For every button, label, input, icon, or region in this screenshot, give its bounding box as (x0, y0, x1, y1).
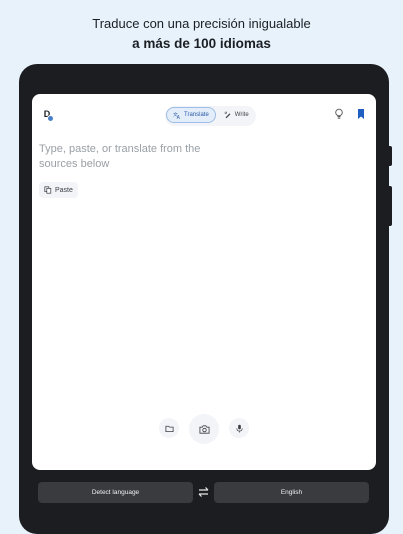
paste-icon (44, 186, 52, 194)
tab-write[interactable]: Write (218, 107, 255, 123)
write-icon (224, 111, 231, 119)
paste-label: Paste (55, 186, 73, 194)
promo-line-1: Traduce con una precisión inigualable (92, 16, 311, 31)
microphone-icon (235, 424, 243, 432)
folder-icon (164, 425, 174, 432)
source-text-input[interactable]: Type, paste, or translate from the sourc… (39, 142, 209, 172)
target-language-label: English (280, 489, 303, 496)
swap-icon[interactable] (197, 486, 210, 498)
bookmark-icon[interactable] (356, 108, 366, 120)
avatar-badge (47, 115, 54, 122)
source-language-label: Detect language (91, 489, 140, 496)
mode-tabs: 文 A Translate Write (165, 106, 256, 126)
device-side-button (387, 146, 392, 166)
translator-panel: D 文 A Translate Write Type, paste, or tr… (32, 94, 376, 470)
tab-write-label: Write (234, 112, 249, 118)
lightbulb-icon[interactable] (334, 108, 344, 120)
camera-button[interactable] (189, 414, 219, 444)
target-language-button[interactable]: English (214, 482, 369, 503)
tab-translate[interactable]: 文 A Translate (166, 107, 216, 123)
device-side-button (387, 186, 392, 226)
tab-translate-label: Translate (184, 112, 209, 118)
microphone-button[interactable] (229, 418, 249, 438)
open-file-button[interactable] (159, 418, 179, 438)
camera-icon (199, 424, 209, 434)
translate-icon: 文 A (173, 111, 181, 119)
promo-line-2: a más de 100 idiomas (132, 36, 271, 51)
avatar[interactable]: D (39, 106, 55, 122)
promo-heading: Traduce con una precisión inigualable a … (0, 14, 403, 54)
svg-text:A: A (177, 115, 181, 119)
source-language-button[interactable]: Detect language (38, 482, 193, 503)
paste-button[interactable]: Paste (39, 182, 78, 198)
